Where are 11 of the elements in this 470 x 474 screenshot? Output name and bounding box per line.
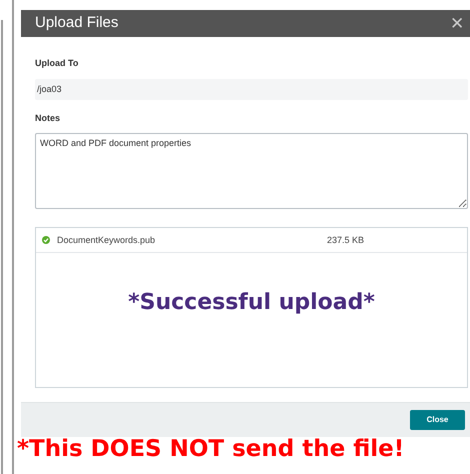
dialog-title: Upload Files: [35, 13, 118, 34]
field-label: Upload To: [35, 57, 80, 70]
close-button[interactable]: ✕: [450, 15, 464, 32]
close-dialog-button[interactable]: Close: [410, 410, 465, 430]
field-label: Notes: [35, 112, 62, 125]
success-message: *Successful upload*: [128, 289, 375, 318]
notes-field[interactable]: WORD and PDF document properties: [35, 133, 468, 210]
file-size: 237.5 KB: [327, 234, 364, 247]
upload-to-field: /joa03: [35, 78, 468, 100]
warning-text: *This DOES NOT send the file!: [17, 438, 404, 461]
file-name: DocumentKeywords.pub: [57, 234, 156, 247]
